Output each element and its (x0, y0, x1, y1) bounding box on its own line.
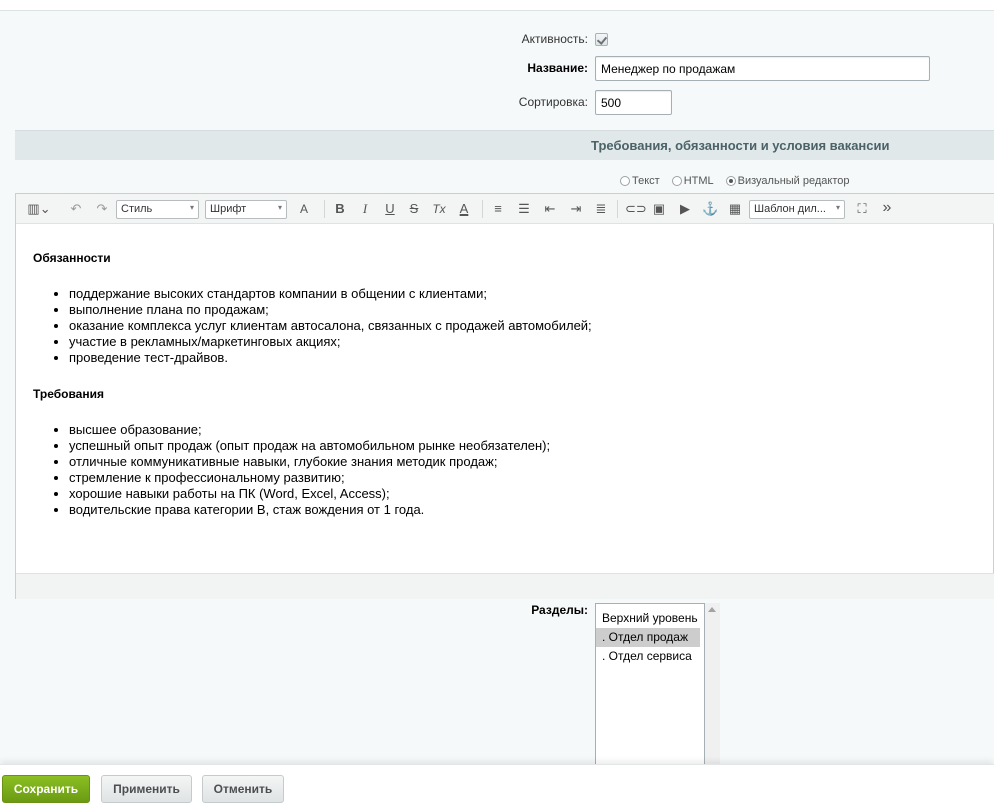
save-button[interactable]: Сохранить (2, 775, 90, 803)
mode-html-label: HTML (683, 175, 714, 187)
visual-editor: ▥⌄ ↶ ↷ Стиль ▾ Шрифт ▾ A B I U S Tx A ≡ … (15, 193, 994, 599)
top-divider (0, 0, 994, 11)
chevron-down-icon: ▾ (835, 203, 840, 212)
mode-visual-label: Визуальный редактор (737, 175, 850, 187)
link-icon[interactable]: ⊂⊃ (625, 201, 647, 217)
mode-visual[interactable]: Визуальный редактор (725, 175, 850, 187)
video-icon[interactable]: ▶ (677, 201, 693, 217)
view-mode-icon[interactable]: ▥⌄ (26, 201, 52, 217)
listbox-scrollbar[interactable] (705, 603, 720, 768)
editor-mode-switch: Текст HTML Визуальный редактор (620, 175, 850, 187)
numbered-list-icon[interactable]: ≡ (490, 201, 506, 217)
redo-icon[interactable]: ↷ (94, 201, 110, 217)
style-select-label: Стиль (121, 203, 153, 215)
editor-resize-bar[interactable] (16, 573, 994, 599)
radio-icon[interactable] (620, 176, 630, 186)
mode-text[interactable]: Текст (620, 175, 660, 187)
mode-html[interactable]: HTML (671, 175, 714, 187)
section-header: Требования, обязанности и условия ваканс… (15, 130, 994, 160)
radio-icon[interactable] (671, 176, 682, 186)
more-icon[interactable]: » (879, 200, 895, 217)
listbox-option-selected[interactable]: . Отдел продаж (596, 628, 700, 647)
activity-checkbox[interactable] (595, 33, 608, 46)
content-heading: Требования (33, 387, 104, 401)
font-color-icon[interactable]: A (457, 201, 471, 217)
chevron-down-icon: ▾ (189, 203, 194, 212)
fullscreen-icon[interactable]: ⛶ (854, 201, 870, 217)
listbox-option[interactable]: . Отдел сервиса (596, 647, 700, 666)
content-heading: Обязанности (33, 251, 111, 265)
bold-icon[interactable]: B (333, 201, 347, 217)
sort-input[interactable] (595, 90, 672, 115)
list-item: выполнение плана по продажам; (69, 302, 973, 318)
template-select[interactable]: Шаблон дил... ▾ (749, 200, 845, 219)
outdent-icon[interactable]: ⇤ (542, 201, 558, 217)
underline-icon[interactable]: U (383, 201, 397, 217)
list-item: отличные коммуникативные навыки, глубоки… (69, 454, 973, 470)
list-item: хорошие навыки работы на ПК (Word, Excel… (69, 486, 973, 502)
section-title: Требования, обязанности и условия ваканс… (591, 138, 890, 153)
italic-icon[interactable]: I (358, 201, 372, 217)
cancel-button[interactable]: Отменить (202, 775, 284, 803)
sort-label: Сортировка: (518, 95, 588, 109)
font-select-label: Шрифт (210, 203, 247, 215)
mode-text-label: Текст (632, 175, 660, 187)
duties-list: поддержание высоких стандартов компании … (69, 286, 973, 366)
sections-label: Разделы: (531, 603, 588, 617)
bottom-action-bar: Сохранить Применить Отменить (0, 764, 994, 808)
toolbar-separator (617, 200, 618, 218)
style-select[interactable]: Стиль ▾ (116, 200, 199, 219)
align-icon[interactable]: ≣ (593, 201, 609, 217)
list-item: стремление к профессиональному развитию; (69, 470, 973, 486)
toolbar-separator (482, 200, 483, 218)
bullet-list-icon[interactable]: ☰ (516, 201, 532, 217)
activity-label: Активность: (521, 32, 588, 46)
table-icon[interactable]: ▦ (727, 201, 743, 217)
clear-format-icon[interactable]: Tx (431, 201, 447, 217)
list-item: оказание комплекса услуг клиентам автоса… (69, 318, 973, 334)
requirements-list: высшее образование; успешный опыт продаж… (69, 422, 973, 518)
list-item: успешный опыт продаж (опыт продаж на авт… (69, 438, 973, 454)
indent-icon[interactable]: ⇥ (568, 201, 584, 217)
list-item: участие в рекламных/маркетинговых акциях… (69, 334, 973, 350)
list-item: поддержание высоких стандартов компании … (69, 286, 973, 302)
name-input[interactable] (595, 56, 930, 81)
anchor-icon[interactable]: ⚓ (702, 201, 718, 217)
editor-toolbar: ▥⌄ ↶ ↷ Стиль ▾ Шрифт ▾ A B I U S Tx A ≡ … (16, 194, 994, 224)
listbox-option[interactable]: Верхний уровень (596, 609, 700, 628)
image-icon[interactable]: ▣ (651, 201, 667, 217)
sections-listbox[interactable]: Верхний уровень . Отдел продаж . Отдел с… (595, 603, 705, 768)
font-select[interactable]: Шрифт ▾ (205, 200, 287, 219)
page: Активность: Название: Сортировка: Требов… (0, 0, 994, 808)
list-item: высшее образование; (69, 422, 973, 438)
editor-content[interactable]: Обязанности поддержание высоких стандарт… (33, 251, 973, 539)
scroll-up-icon[interactable] (708, 607, 716, 612)
undo-icon[interactable]: ↶ (68, 201, 84, 217)
font-size-icon[interactable]: A (293, 201, 315, 217)
apply-button[interactable]: Применить (101, 775, 192, 803)
chevron-down-icon: ▾ (277, 203, 282, 212)
list-item: водительские права категории В, стаж вож… (69, 502, 973, 518)
name-label: Название: (527, 61, 588, 75)
toolbar-separator (324, 200, 325, 218)
template-select-label: Шаблон дил... (754, 203, 826, 215)
strikethrough-icon[interactable]: S (407, 201, 421, 217)
list-item: проведение тест-драйвов. (69, 350, 973, 366)
radio-selected-icon[interactable] (725, 176, 736, 186)
